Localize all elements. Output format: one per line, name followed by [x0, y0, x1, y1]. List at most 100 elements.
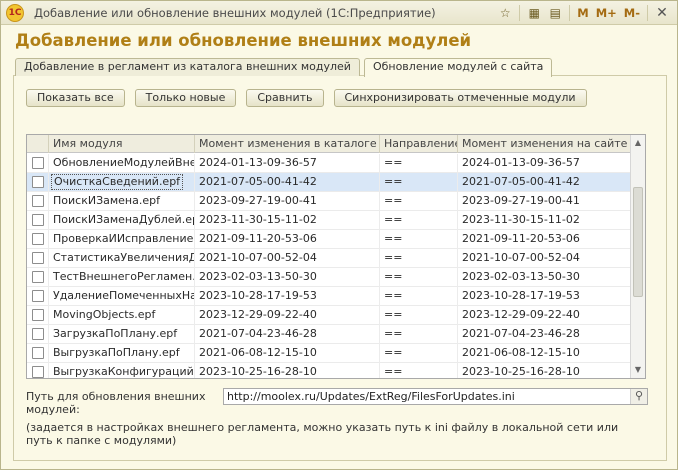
- table-row[interactable]: СтатистикаУвеличенияД... 2021-10-07-00-52…: [27, 249, 631, 268]
- cell-direction: ==: [380, 363, 458, 378]
- compare-button[interactable]: Сравнить: [246, 89, 324, 107]
- search-icon[interactable]: ⚲: [630, 389, 647, 404]
- cell-direction: ==: [380, 173, 458, 192]
- cell-module-name: УдалениеПомеченныхНа...: [49, 287, 195, 306]
- row-checkbox[interactable]: [32, 328, 44, 340]
- memory-plus-button[interactable]: M+: [594, 4, 619, 22]
- row-checkbox[interactable]: [32, 176, 44, 188]
- calendar-icon[interactable]: ▤: [546, 4, 564, 22]
- cell-catalog-time: 2021-10-07-00-52-04: [195, 249, 380, 268]
- table-row[interactable]: ВыгрузкаКонфигураций... 2023-10-25-16-28-…: [27, 363, 631, 378]
- header-catalog-time[interactable]: Момент изменения в каталоге: [195, 135, 380, 153]
- row-checkbox[interactable]: [32, 347, 44, 359]
- cell-checkbox: [27, 306, 49, 325]
- table-row[interactable]: ПоискИЗаменаДублей.epf 2023-11-30-15-11-0…: [27, 211, 631, 230]
- update-path-label: Путь для обновления внешних модулей:: [26, 390, 206, 416]
- star-icon[interactable]: ☆: [496, 4, 514, 22]
- sync-selected-button[interactable]: Синхронизировать отмеченные модули: [333, 89, 587, 107]
- cell-module-name: ПоискИЗаменаДублей.epf: [49, 211, 195, 230]
- cell-site-time: 2021-10-07-00-52-04: [458, 249, 631, 268]
- app-window: 1С Добавление или обновление внешних мод…: [0, 0, 678, 470]
- table-row[interactable]: ПоискИЗамена.epf 2023-09-27-19-00-41 == 202…: [27, 192, 631, 211]
- cell-direction: ==: [380, 287, 458, 306]
- table-row[interactable]: MovingObjects.epf 2023-12-29-09-22-40 == 20…: [27, 306, 631, 325]
- cell-site-time: 2024-01-13-09-36-57: [458, 154, 631, 173]
- cell-site-time: 2023-12-29-09-22-40: [458, 306, 631, 325]
- row-checkbox[interactable]: [32, 366, 44, 378]
- header-checkbox-column: [27, 135, 49, 153]
- table-row[interactable]: ВыгрузкаПоПлану.epf 2021-06-08-12-15-10 ==…: [27, 344, 631, 363]
- cell-direction: ==: [380, 249, 458, 268]
- cell-direction: ==: [380, 211, 458, 230]
- update-path-input[interactable]: http://moolex.ru/Updates/ExtReg/FilesFor…: [223, 388, 648, 405]
- row-checkbox[interactable]: [32, 309, 44, 321]
- row-checkbox[interactable]: [32, 233, 44, 245]
- action-buttons: Показать все Только новые Сравнить Синхр…: [26, 89, 587, 107]
- cell-module-name: ПроверкаИИсправление...: [49, 230, 195, 249]
- cell-catalog-time: 2021-07-04-23-46-28: [195, 325, 380, 344]
- cell-direction: ==: [380, 306, 458, 325]
- cell-module-name: ЗагрузкаПоПлану.epf: [49, 325, 195, 344]
- memory-minus-button[interactable]: M-: [622, 4, 642, 22]
- toolbar-divider: [569, 5, 571, 21]
- cell-direction: ==: [380, 344, 458, 363]
- cell-module-name: ОчисткаСведений.epf: [49, 173, 195, 192]
- table-row[interactable]: ОчисткаСведений.epf 2021-07-05-00-41-42 ==…: [27, 173, 631, 192]
- cell-direction: ==: [380, 268, 458, 287]
- cell-catalog-time: 2023-09-27-19-00-41: [195, 192, 380, 211]
- tab-update-from-site[interactable]: Обновление модулей с сайта: [363, 58, 553, 77]
- cell-catalog-time: 2023-12-29-09-22-40: [195, 306, 380, 325]
- header-direction[interactable]: Направление: [380, 135, 458, 153]
- cell-site-time: 2021-09-11-20-53-06: [458, 230, 631, 249]
- memory-m-button[interactable]: M: [575, 4, 590, 22]
- scroll-down-icon[interactable]: ▼: [631, 363, 645, 377]
- cell-site-time: 2023-11-30-15-11-02: [458, 211, 631, 230]
- page-title: Добавление или обновление внешних модуле…: [15, 31, 472, 50]
- cell-module-name: ВыгрузкаПоПлану.epf: [49, 344, 195, 363]
- cell-catalog-time: 2023-10-28-17-19-53: [195, 287, 380, 306]
- table-row[interactable]: ЗагрузкаПоПлану.epf 2021-07-04-23-46-28 ==…: [27, 325, 631, 344]
- header-site-time[interactable]: Момент изменения на сайте: [458, 135, 631, 153]
- cell-direction: ==: [380, 325, 458, 344]
- cell-site-time: 2021-07-04-23-46-28: [458, 325, 631, 344]
- table-row[interactable]: ПроверкаИИсправление... 2021-09-11-20-53-…: [27, 230, 631, 249]
- table-header: Имя модуля Момент изменения в каталоге Н…: [27, 135, 645, 153]
- cell-checkbox: [27, 154, 49, 173]
- cell-checkbox: [27, 249, 49, 268]
- cell-site-time: 2021-06-08-12-15-10: [458, 344, 631, 363]
- calculator-icon[interactable]: ▦: [525, 4, 543, 22]
- row-checkbox[interactable]: [32, 290, 44, 302]
- cell-checkbox: [27, 192, 49, 211]
- cell-site-time: 2023-10-28-17-19-53: [458, 287, 631, 306]
- row-checkbox[interactable]: [32, 195, 44, 207]
- table-row[interactable]: ОбновлениеМодулейВне... 2024-01-13-09-36-…: [27, 154, 631, 173]
- close-icon[interactable]: ✕: [653, 4, 671, 22]
- table-scrollbar[interactable]: ▲ ▼: [630, 135, 645, 378]
- cell-site-time: 2023-02-03-13-50-30: [458, 268, 631, 287]
- toolbar-divider: [647, 5, 648, 21]
- only-new-button[interactable]: Только новые: [134, 89, 237, 107]
- row-checkbox[interactable]: [32, 252, 44, 264]
- cell-module-name: ОбновлениеМодулейВне...: [49, 154, 195, 173]
- toolbar-divider: [519, 5, 521, 21]
- cell-site-time: 2021-07-05-00-41-42: [458, 173, 631, 192]
- cell-module-name: ВыгрузкаКонфигураций...: [49, 363, 195, 378]
- header-module-name[interactable]: Имя модуля: [49, 135, 195, 153]
- table-row[interactable]: УдалениеПомеченныхНа... 2023-10-28-17-19-…: [27, 287, 631, 306]
- cell-catalog-time: 2024-01-13-09-36-57: [195, 154, 380, 173]
- scroll-up-icon[interactable]: ▲: [631, 136, 645, 150]
- cell-module-name: ПоискИЗамена.epf: [49, 192, 195, 211]
- tab-add-from-catalog[interactable]: Добавление в регламент из каталога внешн…: [15, 58, 360, 76]
- row-checkbox[interactable]: [32, 214, 44, 226]
- cell-catalog-time: 2021-07-05-00-41-42: [195, 173, 380, 192]
- row-checkbox[interactable]: [32, 157, 44, 169]
- scroll-thumb[interactable]: [633, 187, 643, 297]
- cell-direction: ==: [380, 192, 458, 211]
- show-all-button[interactable]: Показать все: [26, 89, 125, 107]
- title-toolbar: ☆ ▦ ▤ M M+ M- ✕: [496, 4, 671, 22]
- cell-checkbox: [27, 363, 49, 378]
- table-row[interactable]: ТестВнешнегоРегламен... 2023-02-03-13-50-…: [27, 268, 631, 287]
- row-checkbox[interactable]: [32, 271, 44, 283]
- cell-checkbox: [27, 230, 49, 249]
- modules-table: Имя модуля Момент изменения в каталоге Н…: [26, 134, 646, 379]
